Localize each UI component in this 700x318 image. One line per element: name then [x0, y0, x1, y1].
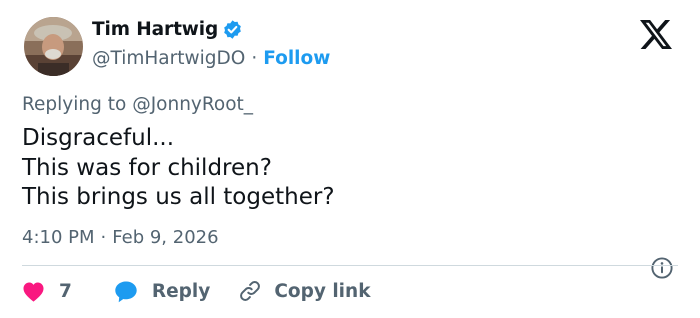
reply-mention-link[interactable]: @JonnyRoot_ — [132, 94, 253, 115]
copy-link-button[interactable]: Copy link — [238, 279, 371, 303]
speech-bubble-icon — [115, 281, 137, 302]
verified-badge-icon — [222, 19, 243, 40]
handle-separator: · — [251, 48, 258, 69]
reply-label: Reply — [151, 280, 211, 302]
author-handle-row: @TimHartwigDO · Follow — [92, 48, 330, 69]
follow-button[interactable]: Follow — [263, 48, 330, 69]
tweet-date: Feb 9, 2026 — [112, 227, 219, 248]
divider — [22, 265, 678, 266]
timestamp-separator: · — [100, 227, 107, 248]
tweet-text-line: This brings us all together? — [22, 184, 335, 210]
tweet-text-line: This was for children? — [22, 154, 272, 181]
info-icon[interactable] — [650, 256, 674, 280]
tweet-time: 4:10 PM — [22, 227, 95, 248]
reply-context-prefix: Replying to — [22, 94, 127, 115]
reply-button[interactable]: Reply — [114, 280, 210, 303]
author-name-row: Tim Hartwig — [92, 19, 243, 40]
tweet-text: Disgraceful... This was for children? Th… — [22, 124, 335, 213]
heart-icon — [23, 282, 44, 302]
avatar[interactable] — [24, 17, 83, 76]
tweet-text-line: Disgraceful... — [22, 125, 175, 151]
x-logo-icon[interactable] — [640, 20, 672, 49]
reply-context: Replying to @JonnyRoot_ — [22, 94, 253, 115]
author-display-name[interactable]: Tim Hartwig — [92, 19, 218, 40]
avatar-photo — [24, 17, 83, 76]
author-handle[interactable]: @TimHartwigDO — [92, 48, 245, 69]
copy-link-label: Copy link — [274, 280, 371, 302]
action-bar: 7 Reply Copy link — [22, 278, 371, 304]
tweet-timestamp[interactable]: 4:10 PM · Feb 9, 2026 — [22, 227, 219, 248]
like-count: 7 — [59, 280, 72, 302]
link-icon — [240, 281, 261, 301]
tweet-embed: Tim Hartwig @TimHartwigDO · Follow Reply… — [0, 0, 700, 318]
like-button[interactable]: 7 — [22, 281, 72, 302]
